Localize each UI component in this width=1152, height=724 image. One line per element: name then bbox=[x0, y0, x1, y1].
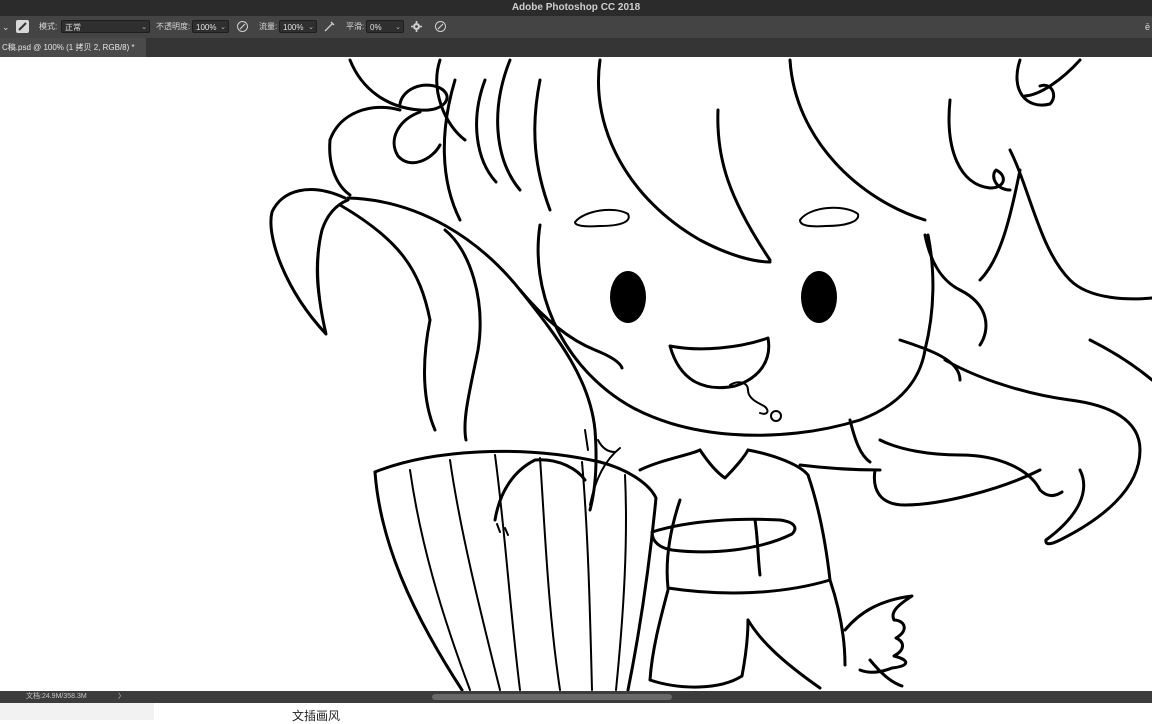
pressure-opacity-icon[interactable] bbox=[236, 20, 249, 33]
flow-value: 100% bbox=[283, 23, 304, 32]
app-title: Adobe Photoshop CC 2018 bbox=[511, 2, 641, 13]
opacity-field[interactable]: 100% ⌄ bbox=[192, 20, 229, 33]
chevron-down-icon: ⌄ bbox=[141, 24, 147, 31]
bottom-caption: 文插画风 bbox=[292, 709, 341, 723]
chevron-down-icon: ⌄ bbox=[395, 24, 401, 31]
smoothing-label: 平滑: bbox=[346, 22, 365, 31]
options-overflow-glyph: ē bbox=[1144, 22, 1150, 32]
mode-label: 模式: bbox=[39, 22, 58, 31]
horizontal-scrollbar[interactable] bbox=[432, 694, 672, 700]
mode-value: 正常 bbox=[65, 23, 81, 32]
document-size-status: 文档:24.9M/358.3M bbox=[26, 693, 87, 700]
canvas[interactable] bbox=[0, 57, 1152, 691]
line-art-illustration bbox=[269, 58, 1152, 691]
gear-icon[interactable] bbox=[410, 20, 423, 33]
status-bar: 文档:24.9M/358.3M 〉 bbox=[0, 691, 1152, 703]
brush-preset-icon[interactable] bbox=[16, 20, 29, 33]
mode-select[interactable]: 正常 ⌄ bbox=[61, 20, 150, 33]
airbrush-icon[interactable] bbox=[323, 20, 336, 33]
bottom-strip: 文插画风 bbox=[0, 703, 1152, 723]
opacity-label: 不透明度: bbox=[156, 22, 191, 31]
tool-preset-chevron-icon[interactable]: ⌄ bbox=[2, 16, 10, 38]
chevron-down-icon: ⌄ bbox=[220, 24, 226, 31]
pressure-size-icon[interactable] bbox=[434, 20, 447, 33]
status-menu-arrow-icon[interactable]: 〉 bbox=[118, 691, 125, 703]
opacity-value: 100% bbox=[196, 23, 217, 32]
tool-options-bar: ⌄ 模式: 正常 ⌄ 不透明度: 100% ⌄ 流量: 100% ⌄ 平滑: 0… bbox=[0, 16, 1152, 38]
flow-field[interactable]: 100% ⌄ bbox=[279, 20, 317, 33]
document-tab-title: C稿.psd @ 100% (1 拷贝 2, RGB/8) * bbox=[2, 43, 135, 52]
smoothing-field[interactable]: 0% ⌄ bbox=[366, 20, 404, 33]
smoothing-value: 0% bbox=[370, 23, 382, 32]
document-tab-bar: C稿.psd @ 100% (1 拷贝 2, RGB/8) * bbox=[0, 38, 1152, 57]
app-title-bar: Adobe Photoshop CC 2018 bbox=[0, 0, 1152, 16]
flow-label: 流量: bbox=[259, 22, 278, 31]
document-tab[interactable]: C稿.psd @ 100% (1 拷贝 2, RGB/8) * bbox=[0, 38, 146, 57]
bottom-left-panel bbox=[0, 703, 154, 720]
chevron-down-icon: ⌄ bbox=[308, 24, 314, 31]
